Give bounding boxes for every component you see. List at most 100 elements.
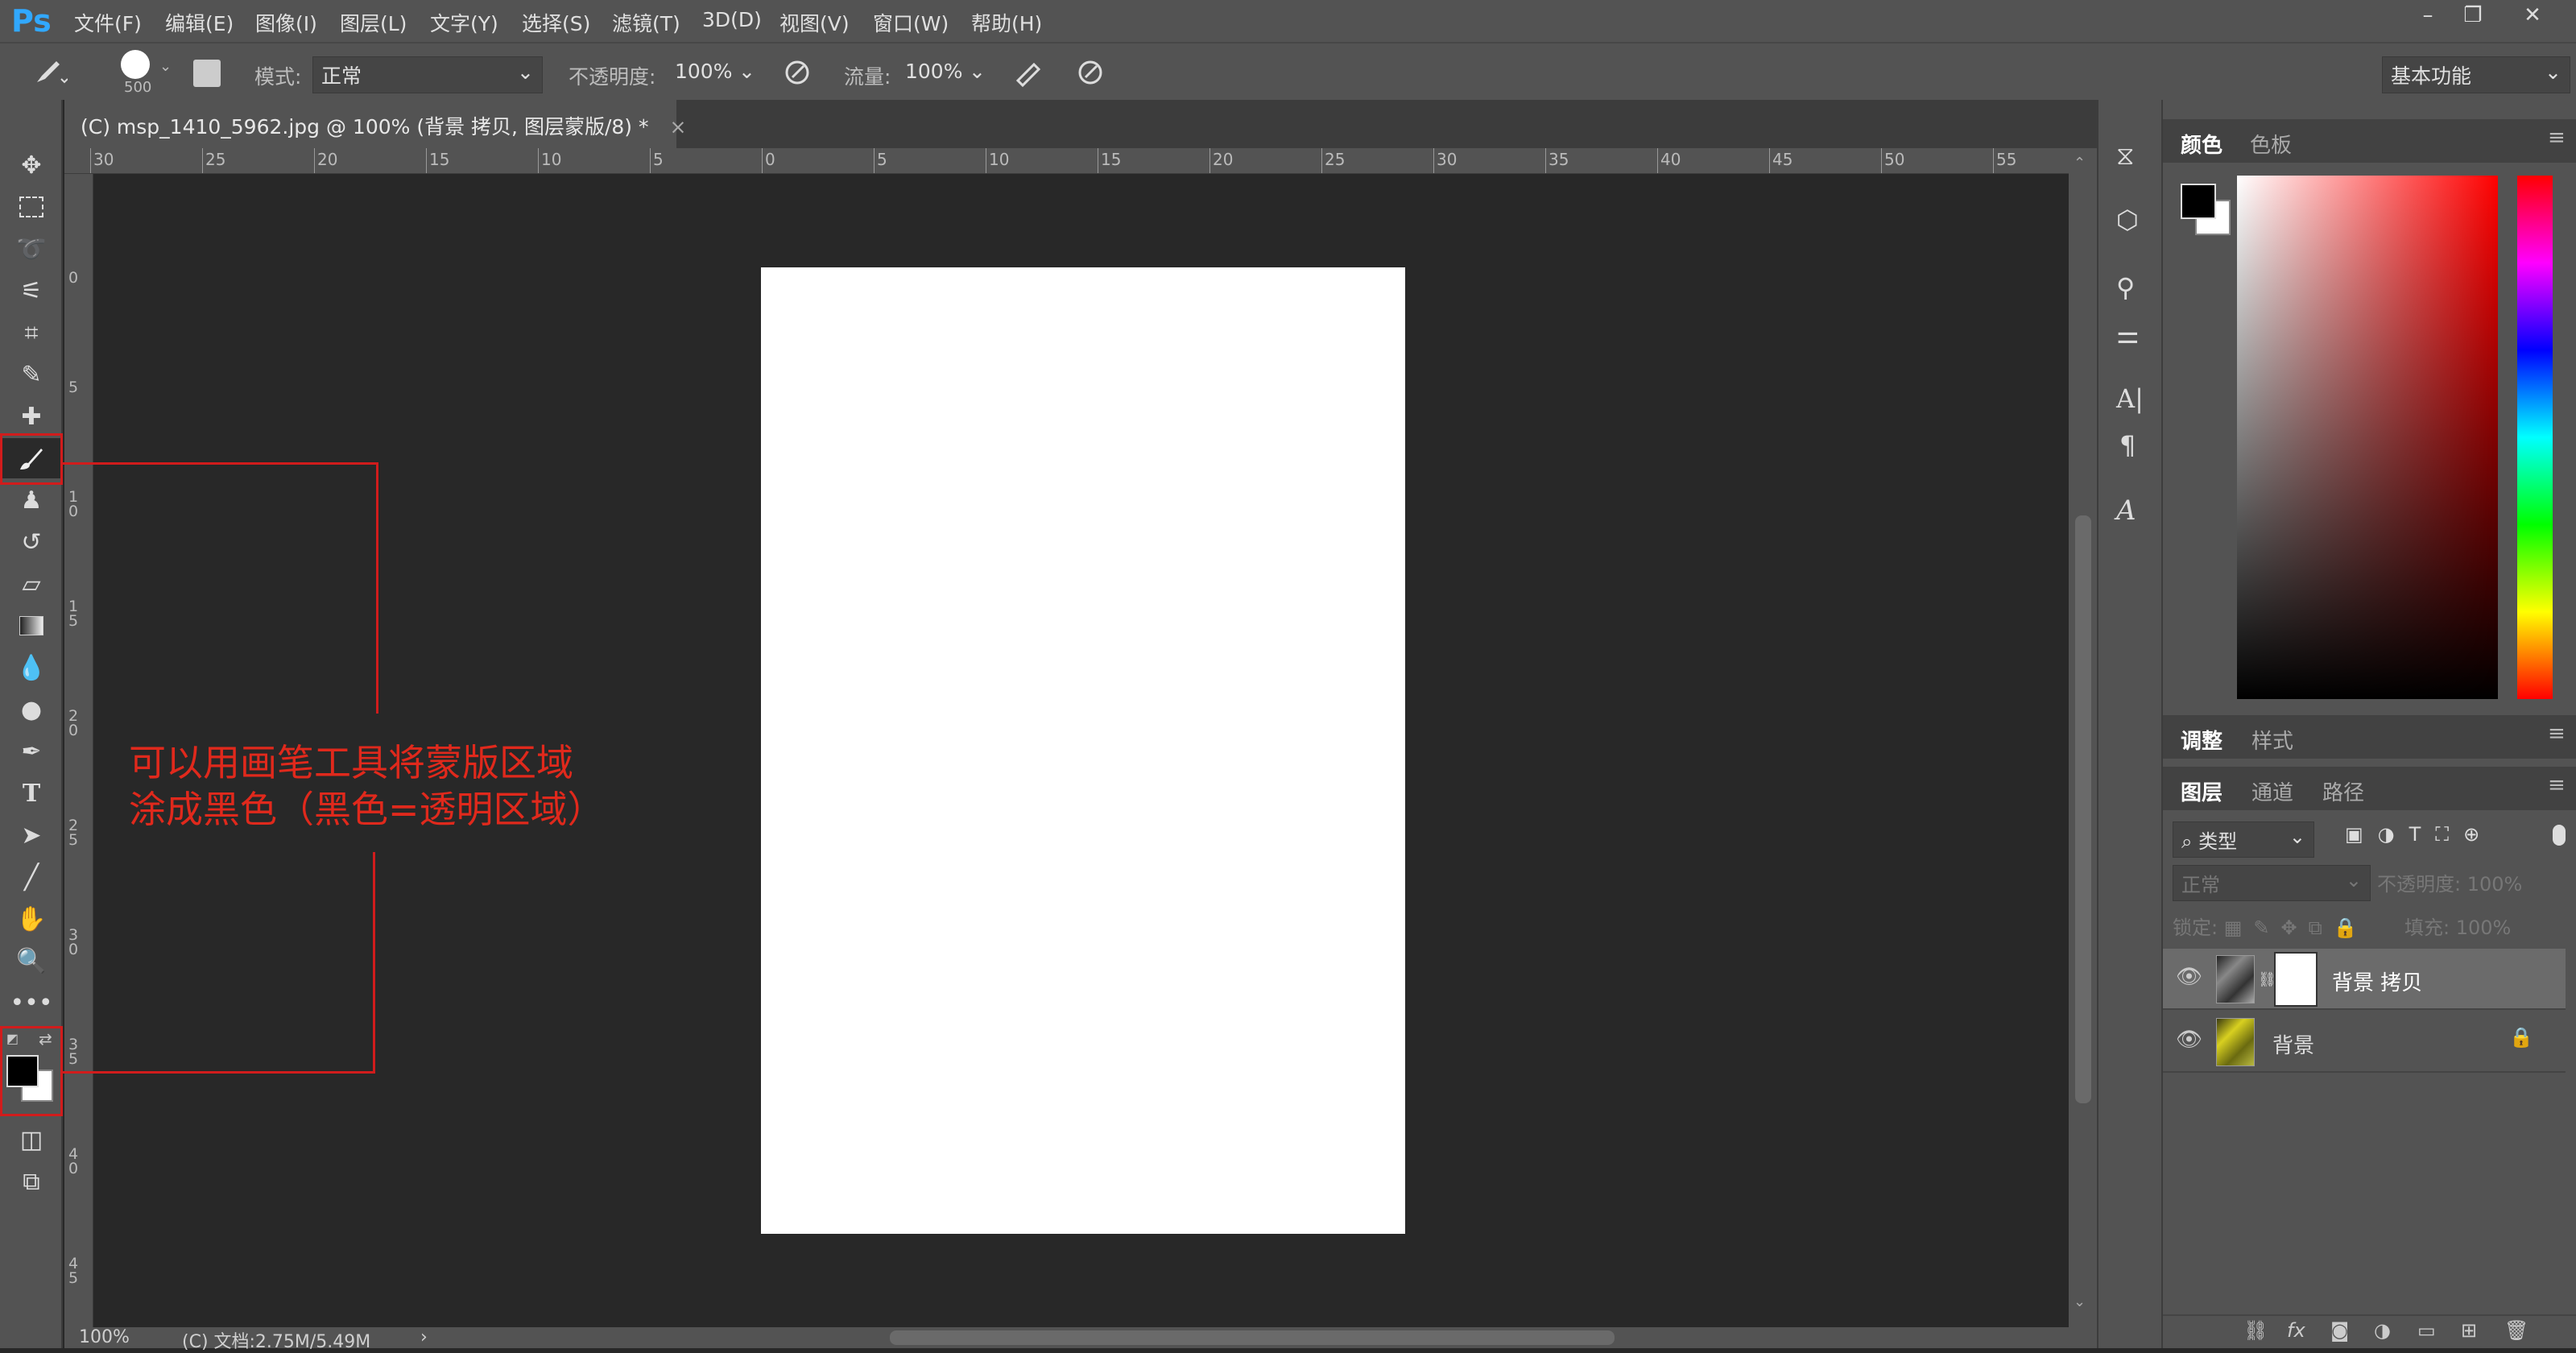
menu-image[interactable]: 图像(I) bbox=[255, 8, 317, 37]
panel-menu-icon[interactable]: ≡ bbox=[2548, 722, 2566, 746]
add-mask-icon[interactable]: ◙ bbox=[2330, 1319, 2349, 1342]
link-icon[interactable]: ⛓ bbox=[2258, 971, 2276, 988]
ruler-tick-label: 50 bbox=[1884, 150, 1905, 169]
adjustment-layer-icon[interactable]: ◑ bbox=[2374, 1319, 2391, 1342]
chevron-down-icon[interactable]: ⌄ bbox=[159, 58, 172, 75]
document-tab[interactable]: (C) msp_1410_5962.jpg @ 100% (背景 拷贝, 图层蒙… bbox=[64, 100, 686, 148]
blend-mode-select[interactable]: 正常 ⌄ bbox=[2173, 865, 2371, 901]
paragraph-panel-icon[interactable]: ¶ bbox=[2119, 430, 2136, 461]
type-tool-icon[interactable]: T bbox=[0, 773, 63, 813]
document-canvas[interactable] bbox=[761, 267, 1405, 1234]
quick-mask-icon[interactable]: ◫ bbox=[0, 1119, 63, 1160]
tab-channels[interactable]: 通道 bbox=[2251, 776, 2293, 806]
menu-filter[interactable]: 滤镜(T) bbox=[612, 8, 680, 37]
layer-opacity[interactable]: 不透明度: 100% bbox=[2377, 868, 2522, 896]
link-layers-icon[interactable]: ⛓ bbox=[2243, 1319, 2268, 1342]
zoom-level[interactable]: 100% bbox=[79, 1327, 130, 1347]
hand-tool-icon[interactable]: ✋ bbox=[0, 899, 63, 939]
clone-stamp-tool-icon[interactable]: ♟ bbox=[0, 480, 63, 520]
scroll-thumb[interactable] bbox=[2075, 515, 2091, 1103]
hue-slider[interactable] bbox=[2517, 176, 2553, 699]
fx-icon[interactable]: fx bbox=[2287, 1319, 2305, 1342]
path-select-tool-icon[interactable]: ➤ bbox=[0, 815, 63, 855]
move-tool-icon[interactable]: ✥ bbox=[0, 145, 63, 185]
scroll-down-icon[interactable]: ⌄ bbox=[2074, 1293, 2086, 1310]
more-tools-icon[interactable]: ••• bbox=[0, 983, 63, 1023]
lock-icons[interactable]: ▦✎✥⧉🔒 bbox=[2224, 916, 2369, 939]
restore-button[interactable]: ❐ bbox=[2453, 3, 2493, 34]
airbrush-icon[interactable] bbox=[1013, 58, 1045, 90]
menu-help[interactable]: 帮助(H) bbox=[971, 8, 1042, 37]
fg-color-swatch[interactable] bbox=[2181, 184, 2216, 219]
close-button[interactable]: ✕ bbox=[2512, 3, 2553, 34]
layer-filter-icons[interactable]: ▣◑T⛶⊕ bbox=[2345, 823, 2494, 846]
healing-brush-tool-icon[interactable]: ✚ bbox=[0, 396, 63, 437]
ruler-tick-label: 0 bbox=[765, 150, 775, 169]
menu-layer[interactable]: 图层(L) bbox=[340, 8, 407, 37]
menu-type[interactable]: 文字(Y) bbox=[430, 8, 498, 37]
layer-row-background-copy[interactable]: 👁 ⛓ 背景 拷贝 bbox=[2163, 949, 2566, 1010]
horizontal-scroll-thumb[interactable] bbox=[890, 1330, 1615, 1345]
menu-window[interactable]: 窗口(W) bbox=[873, 8, 949, 37]
tab-color[interactable]: 颜色 bbox=[2181, 129, 2222, 159]
pressure-opacity-icon[interactable] bbox=[783, 58, 812, 90]
scroll-up-icon[interactable]: ⌃ bbox=[2074, 155, 2086, 172]
line-tool-icon[interactable]: ╱ bbox=[0, 857, 63, 897]
brush-tip-icon[interactable] bbox=[121, 50, 150, 79]
character-panel-icon[interactable]: A| bbox=[2116, 383, 2144, 414]
fill-row[interactable]: 填充: 100% bbox=[2404, 912, 2511, 940]
tab-styles[interactable]: 样式 bbox=[2251, 725, 2293, 755]
menu-file[interactable]: 文件(F) bbox=[74, 8, 142, 37]
tab-adjustments[interactable]: 调整 bbox=[2181, 725, 2222, 755]
tab-paths[interactable]: 路径 bbox=[2322, 776, 2364, 806]
crop-tool-icon[interactable]: ⌗ bbox=[0, 312, 63, 353]
quick-select-tool-icon[interactable]: ⚟ bbox=[0, 271, 63, 311]
color-field[interactable] bbox=[2237, 176, 2498, 699]
panel-menu-icon[interactable]: ≡ bbox=[2548, 773, 2566, 797]
visibility-eye-icon[interactable]: 👁 bbox=[2176, 1028, 2202, 1052]
trash-icon[interactable]: 🗑 bbox=[2504, 1319, 2528, 1342]
pen-tool-icon[interactable]: ✒ bbox=[0, 731, 63, 772]
menu-view[interactable]: 视图(V) bbox=[779, 8, 850, 37]
flow-field[interactable]: 100% ⌄ bbox=[897, 56, 994, 86]
mode-select[interactable]: 正常 ⌄ bbox=[312, 56, 543, 93]
brush-settings-icon[interactable]: ⚲ bbox=[2116, 272, 2135, 303]
layer-mask-thumbnail[interactable] bbox=[2274, 952, 2318, 1007]
menu-edit[interactable]: 编辑(E) bbox=[165, 8, 234, 37]
history-brush-tool-icon[interactable]: ↺ bbox=[0, 522, 63, 562]
blur-tool-icon[interactable]: 💧 bbox=[0, 648, 63, 688]
history-panel-icon[interactable]: ⧖ bbox=[2116, 140, 2134, 172]
glyphs-panel-icon[interactable]: A bbox=[2116, 494, 2136, 527]
properties-panel-icon[interactable]: ⬡ bbox=[2116, 205, 2139, 235]
dodge-tool-icon[interactable]: ● bbox=[0, 689, 63, 730]
tab-swatches[interactable]: 色板 bbox=[2250, 129, 2292, 159]
visibility-eye-icon[interactable]: 👁 bbox=[2176, 965, 2202, 989]
eyedropper-tool-icon[interactable]: ✎ bbox=[0, 354, 63, 395]
marquee-tool-icon[interactable] bbox=[0, 187, 63, 227]
opacity-field[interactable]: 100% ⌄ bbox=[667, 56, 763, 86]
lasso-tool-icon[interactable]: ➰ bbox=[0, 229, 63, 269]
close-tab-icon[interactable]: × bbox=[669, 115, 686, 139]
layer-row-background[interactable]: 👁 背景 🔒 bbox=[2163, 1012, 2566, 1073]
screen-mode-icon[interactable]: ⧉ bbox=[0, 1161, 63, 1202]
blend-mode-value: 正常 bbox=[2181, 874, 2220, 896]
tab-layers[interactable]: 图层 bbox=[2181, 776, 2222, 806]
layer-filter-select[interactable]: ⌕ 类型 ⌄ bbox=[2173, 821, 2314, 858]
status-menu-arrow[interactable]: › bbox=[420, 1327, 428, 1347]
adjustments-icon[interactable]: ⚌ bbox=[2116, 319, 2140, 350]
zoom-tool-icon[interactable]: 🔍 bbox=[0, 941, 63, 981]
menu-3d[interactable]: 3D(D) bbox=[702, 8, 762, 31]
menu-select[interactable]: 选择(S) bbox=[522, 8, 590, 37]
eraser-tool-icon[interactable]: ▱ bbox=[0, 564, 63, 604]
new-layer-icon[interactable]: ⊞ bbox=[2461, 1319, 2477, 1342]
vertical-scrollbar[interactable]: ⌃ ⌄ bbox=[2069, 148, 2097, 1327]
panel-menu-icon[interactable]: ≡ bbox=[2548, 126, 2566, 150]
workspace-select[interactable]: 基本功能 ⌄ bbox=[2382, 56, 2570, 93]
minimize-button[interactable]: – bbox=[2408, 3, 2448, 34]
gradient-tool-icon[interactable] bbox=[0, 606, 63, 646]
pressure-size-icon[interactable] bbox=[1076, 58, 1105, 90]
brush-preset-icon[interactable] bbox=[32, 55, 68, 90]
filter-toggle[interactable] bbox=[2553, 825, 2566, 846]
group-folder-icon[interactable]: ▭ bbox=[2417, 1319, 2436, 1342]
brush-panel-icon[interactable] bbox=[193, 60, 221, 87]
